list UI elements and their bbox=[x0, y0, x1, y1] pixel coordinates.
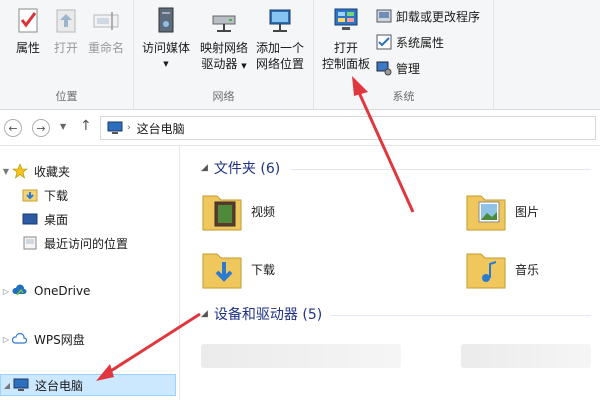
uninstall-program-button[interactable]: 卸载或更改程序 bbox=[376, 6, 480, 26]
location-group-label: 位置 bbox=[55, 90, 78, 103]
back-arrow-icon: ← bbox=[8, 121, 18, 135]
folder-downloads[interactable]: 下载 bbox=[201, 246, 275, 292]
nav-this-pc-label: 这台电脑 bbox=[35, 378, 84, 393]
map-drive-button[interactable]: 映射网络 驱动器 ▼ bbox=[196, 6, 252, 74]
folder-videos-label: 视频 bbox=[251, 204, 276, 219]
rename-icon bbox=[93, 12, 119, 30]
nav-favorites[interactable]: ▼ 收藏夹 bbox=[0, 160, 70, 182]
download-folder-icon bbox=[22, 189, 38, 202]
music-folder-icon bbox=[466, 253, 506, 289]
add-location-label-2: 网络位置 bbox=[255, 57, 304, 71]
nav-favorites-label: 收藏夹 bbox=[34, 164, 71, 179]
address-bar[interactable]: › 这台电脑 bbox=[100, 116, 596, 140]
folders-header-label: 文件夹 (6) bbox=[213, 161, 281, 177]
add-location-label-1: 添加一个 bbox=[255, 41, 304, 55]
system-group-label: 系统 bbox=[392, 90, 415, 103]
drive-item-blurred[interactable] bbox=[201, 344, 401, 368]
network-group: 访问媒体 ▼ 映射网络 驱动器 ▼ 添加一个 网络位置 网络 bbox=[134, 0, 314, 110]
uninstall-label: 卸载或更改程序 bbox=[396, 9, 481, 24]
media-server-icon bbox=[158, 7, 174, 33]
folder-music-label: 音乐 bbox=[515, 262, 540, 277]
section-divider bbox=[331, 315, 591, 316]
picture-folder-icon bbox=[466, 195, 506, 231]
collapse-chevron-icon[interactable]: ◢ bbox=[201, 309, 208, 319]
desktop-icon bbox=[22, 213, 38, 225]
system-group: 打开 控制面板 卸载或更改程序 系统属性 管理 系统 bbox=[314, 0, 494, 110]
folders-section-header[interactable]: ◢ 文件夹 (6) bbox=[201, 158, 280, 178]
location-group: 属性 打开 重命名 位置 bbox=[0, 0, 134, 110]
devices-header-label: 设备和驱动器 (5) bbox=[213, 307, 323, 323]
nav-recent[interactable]: 最近访问的位置 bbox=[10, 232, 128, 254]
add-network-location-button[interactable]: 添加一个 网络位置 bbox=[252, 6, 308, 72]
map-drive-label-2: 驱动器 ▼ bbox=[201, 57, 247, 71]
folder-pictures-label: 图片 bbox=[515, 204, 540, 219]
folder-downloads-label: 下载 bbox=[251, 262, 276, 277]
nav-desktop[interactable]: 桌面 bbox=[10, 208, 68, 230]
computer-icon bbox=[107, 121, 123, 134]
rename-button[interactable]: 重命名 bbox=[78, 6, 134, 56]
recent-places-icon bbox=[23, 236, 37, 250]
collapse-arrow-icon[interactable]: ◢ bbox=[1, 381, 13, 390]
system-properties-label: 系统属性 bbox=[396, 35, 445, 50]
drive-item-blurred[interactable] bbox=[461, 344, 591, 368]
path-separator-icon[interactable]: › bbox=[127, 123, 131, 133]
content-pane: ◢ 文件夹 (6) 视频 图片 下载 音乐 ◢ 设备和驱动器 (5) bbox=[181, 146, 600, 400]
control-panel-label-1: 打开 bbox=[333, 41, 358, 55]
forward-arrow-icon: → bbox=[36, 121, 46, 135]
back-button[interactable]: ← bbox=[4, 119, 22, 137]
computer-icon bbox=[13, 378, 29, 391]
nav-this-pc[interactable]: ◢ 这台电脑 bbox=[0, 374, 176, 396]
network-drive-icon bbox=[212, 15, 236, 32]
collapse-chevron-icon[interactable]: ◢ bbox=[201, 163, 208, 173]
network-group-label: 网络 bbox=[212, 90, 235, 103]
forward-button[interactable]: → bbox=[32, 119, 50, 137]
dropdown-caret-icon: ▼ bbox=[163, 60, 169, 68]
nav-downloads[interactable]: 下载 bbox=[10, 184, 68, 206]
system-properties-button[interactable]: 系统属性 bbox=[376, 32, 444, 52]
system-properties-icon bbox=[376, 34, 392, 50]
star-icon bbox=[12, 163, 28, 179]
open-control-panel-button[interactable]: 打开 控制面板 bbox=[316, 6, 376, 72]
open-label: 打开 bbox=[53, 41, 78, 55]
folder-pictures[interactable]: 图片 bbox=[465, 188, 539, 234]
properties-label: 属性 bbox=[15, 41, 40, 55]
nav-wps[interactable]: ▷ WPS网盘 bbox=[0, 328, 85, 350]
manage-icon bbox=[376, 61, 392, 76]
nav-onedrive[interactable]: ▷ OneDrive bbox=[0, 280, 91, 302]
access-media-button[interactable]: 访问媒体 ▼ bbox=[138, 6, 194, 72]
onedrive-icon bbox=[12, 284, 27, 296]
access-media-label: 访问媒体 bbox=[141, 41, 190, 55]
network-location-icon bbox=[269, 9, 291, 32]
manage-label: 管理 bbox=[396, 61, 421, 76]
recent-locations-dropdown-icon[interactable]: ▼ bbox=[60, 122, 66, 131]
nav-onedrive-label: OneDrive bbox=[34, 284, 91, 298]
download-folder-icon bbox=[202, 253, 242, 289]
address-row: ← → ▼ ↑ › 这台电脑 bbox=[0, 110, 600, 146]
address-path[interactable]: 这台电脑 bbox=[137, 120, 185, 137]
file-explorer-window: 属性 打开 重命名 位置 访问媒体 ▼ 映射网络 驱动器 ▼ 添加一个 网络位置… bbox=[0, 0, 600, 400]
control-panel-label-2: 控制面板 bbox=[321, 57, 370, 71]
devices-section-header[interactable]: ◢ 设备和驱动器 (5) bbox=[201, 304, 322, 324]
control-panel-icon bbox=[334, 8, 358, 30]
folder-videos[interactable]: 视频 bbox=[201, 188, 275, 234]
nav-desktop-label: 桌面 bbox=[44, 212, 69, 227]
ribbon: 属性 打开 重命名 位置 访问媒体 ▼ 映射网络 驱动器 ▼ 添加一个 网络位置… bbox=[0, 0, 600, 110]
uninstall-icon bbox=[376, 9, 392, 23]
section-divider bbox=[291, 169, 591, 170]
folder-music[interactable]: 音乐 bbox=[465, 246, 539, 292]
up-arrow-icon[interactable]: ↑ bbox=[80, 118, 92, 134]
expand-arrow-icon[interactable]: ▼ bbox=[0, 167, 12, 176]
open-icon bbox=[56, 9, 76, 33]
rename-label: 重命名 bbox=[87, 41, 124, 55]
nav-downloads-label: 下载 bbox=[44, 188, 69, 203]
cloud-icon bbox=[12, 332, 28, 344]
map-drive-label-1: 映射网络 bbox=[199, 41, 248, 55]
video-folder-icon bbox=[202, 195, 242, 231]
navigation-pane: ▼ 收藏夹 下载 桌面 最近访问的位置 ▷ OneDrive ▷ WPS网盘 ◢… bbox=[0, 146, 180, 400]
manage-button[interactable]: 管理 bbox=[376, 58, 420, 78]
nav-wps-label: WPS网盘 bbox=[34, 332, 85, 347]
nav-recent-label: 最近访问的位置 bbox=[44, 236, 129, 251]
expand-arrow-icon[interactable]: ▷ bbox=[0, 287, 12, 296]
expand-arrow-icon[interactable]: ▷ bbox=[0, 335, 12, 344]
